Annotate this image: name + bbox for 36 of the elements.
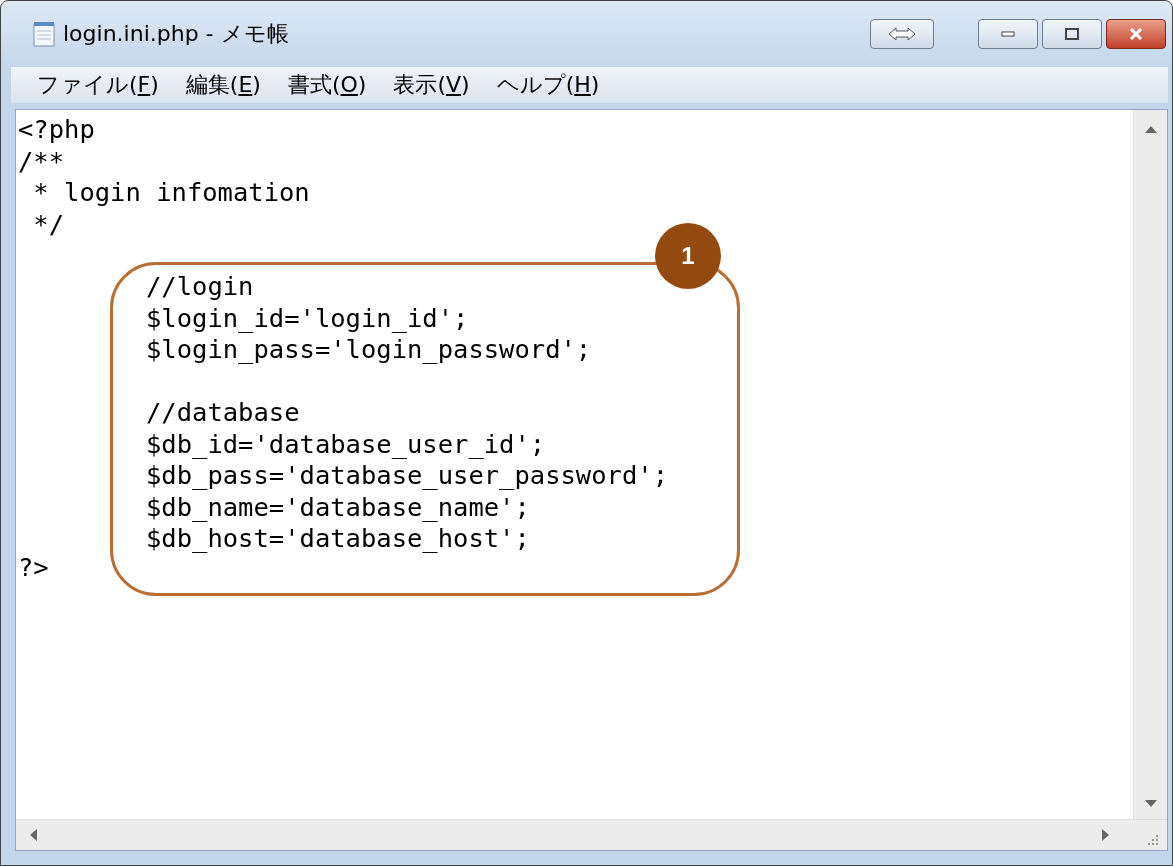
close-button[interactable] [1106, 19, 1166, 49]
code-line: $db_id='database_user_id'; [146, 428, 547, 460]
resize-grip-icon[interactable] [1147, 834, 1159, 846]
menu-item[interactable]: ファイル(F) [37, 70, 159, 100]
window-title: login.ini.php - メモ帳 [63, 20, 289, 48]
notepad-icon [33, 21, 55, 47]
minimize-icon [1001, 31, 1015, 37]
number-badge: 1 [655, 223, 721, 289]
code-line: //login [146, 271, 255, 303]
left-arrow-icon [30, 829, 37, 841]
code-line: */ [32, 208, 66, 240]
right-arrow-icon [1102, 829, 1109, 841]
vertical-scrollbar[interactable] [1133, 110, 1167, 819]
menu-item[interactable]: ヘルプ(H) [496, 70, 600, 100]
code-line: $db_name='database_name'; [146, 491, 531, 523]
code-line: //database [146, 397, 301, 429]
up-arrow-icon [1144, 126, 1157, 133]
menu-item[interactable]: 書式(O) [287, 70, 367, 100]
close-icon [1128, 28, 1144, 40]
maximize-icon [1065, 28, 1079, 40]
resize-arrows-button[interactable] [870, 19, 934, 49]
code-line: $db_pass='database_user_password'; [146, 460, 669, 492]
left-right-arrow-icon [888, 27, 916, 41]
down-arrow-icon [1144, 800, 1157, 807]
code-line: ?> [18, 551, 49, 583]
code-line: $login_id='login_id'; [146, 302, 470, 334]
text-area[interactable] [16, 110, 1167, 819]
menu-item[interactable]: 編集(E) [185, 70, 261, 100]
code-line: /** [18, 145, 66, 177]
maximize-button[interactable] [1042, 19, 1102, 49]
code-line: * login infomation [32, 177, 311, 209]
code-line: <?php [18, 114, 96, 146]
menu-item[interactable]: 表示(V) [393, 70, 470, 100]
code-line: $login_pass='login_password'; [146, 334, 593, 366]
code-line: $db_host='database_host'; [146, 523, 531, 555]
minimize-button[interactable] [978, 19, 1038, 49]
